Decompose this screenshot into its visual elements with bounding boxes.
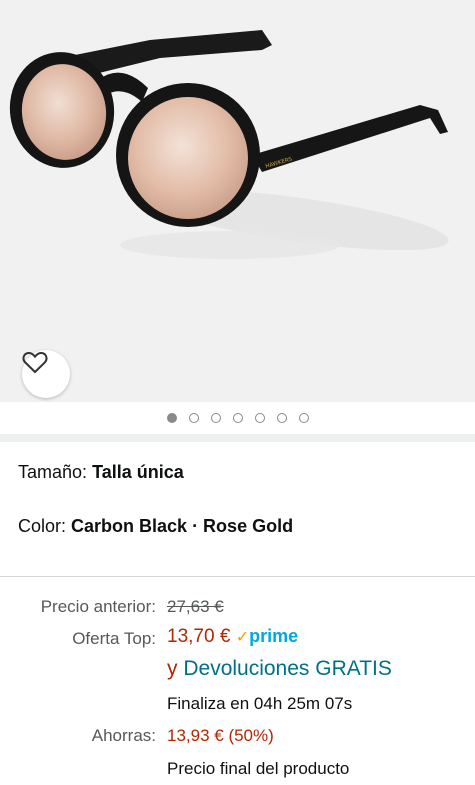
carousel-dot[interactable] (188, 413, 199, 423)
section-divider (0, 434, 475, 442)
offer-label: Oferta Top: (72, 629, 156, 648)
carousel-dot[interactable] (276, 413, 287, 423)
divider (0, 576, 475, 577)
offer-price: 13,70 € (167, 626, 231, 647)
savings-label: Ahorras: (91, 726, 156, 745)
size-row: Tamaño: Talla única (18, 462, 184, 483)
product-image-carousel[interactable]: HAWKERS (0, 0, 475, 402)
returns-row: y Devoluciones GRATIS (167, 657, 392, 681)
free-returns-link[interactable]: Devoluciones GRATIS (183, 657, 392, 680)
deal-countdown: Finaliza en 04h 25m 07s (167, 694, 353, 713)
color-row: Color: Carbon Black · Rose Gold (18, 516, 293, 537)
heart-icon (22, 351, 48, 373)
final-price-note: Precio final del producto (167, 759, 350, 778)
previous-price-label: Precio anterior: (40, 597, 156, 616)
savings-value: 13,93 € (50%) (167, 726, 274, 745)
carousel-dot[interactable] (232, 413, 243, 423)
color-label: Color: (18, 516, 67, 536)
size-label: Tamaño: (18, 462, 88, 482)
prime-logo: prime (249, 626, 299, 646)
wishlist-button[interactable] (22, 350, 70, 398)
offer-row: 13,70 € ✓prime (167, 626, 298, 648)
returns-prefix: y (167, 657, 184, 680)
carousel-dot[interactable] (210, 413, 221, 423)
size-value: Talla única (92, 462, 184, 482)
product-image: HAWKERS (9, 30, 449, 259)
carousel-dot[interactable] (166, 413, 177, 423)
prime-check-icon: ✓ (235, 629, 250, 646)
carousel-indicator (0, 402, 475, 434)
color-value: Carbon Black · Rose Gold (71, 516, 294, 536)
previous-price: 27,63 € (167, 597, 224, 616)
carousel-dot[interactable] (298, 413, 309, 423)
carousel-dot[interactable] (254, 413, 265, 423)
